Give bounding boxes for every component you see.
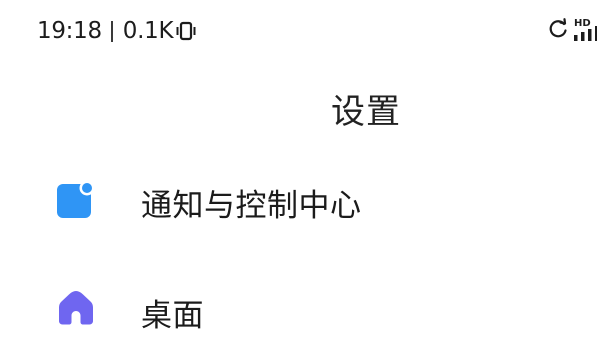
page-title: 设置 bbox=[331, 92, 401, 132]
status-left: 19:18 0.1K bbox=[37, 18, 196, 44]
status-right: HD bbox=[547, 16, 597, 42]
vibrate-icon bbox=[176, 21, 196, 41]
settings-screen: 19:18 0.1K HD 设置 通知与控制中心 桌面 bbox=[0, 0, 597, 360]
settings-item-desktop[interactable]: 桌面 bbox=[0, 150, 597, 334]
home-icon bbox=[59, 291, 93, 325]
hd-label: HD bbox=[574, 18, 591, 29]
signal-hd-icon: HD bbox=[574, 18, 597, 41]
status-bar: 19:18 0.1K HD bbox=[0, 0, 597, 64]
status-time: 19:18 bbox=[37, 18, 102, 44]
sync-icon bbox=[549, 18, 567, 38]
network-speed: 0.1K bbox=[122, 18, 174, 44]
settings-list: 通知与控制中心 桌面 bbox=[0, 150, 597, 334]
status-divider bbox=[110, 20, 113, 42]
settings-item-label: 桌面 bbox=[141, 298, 204, 334]
